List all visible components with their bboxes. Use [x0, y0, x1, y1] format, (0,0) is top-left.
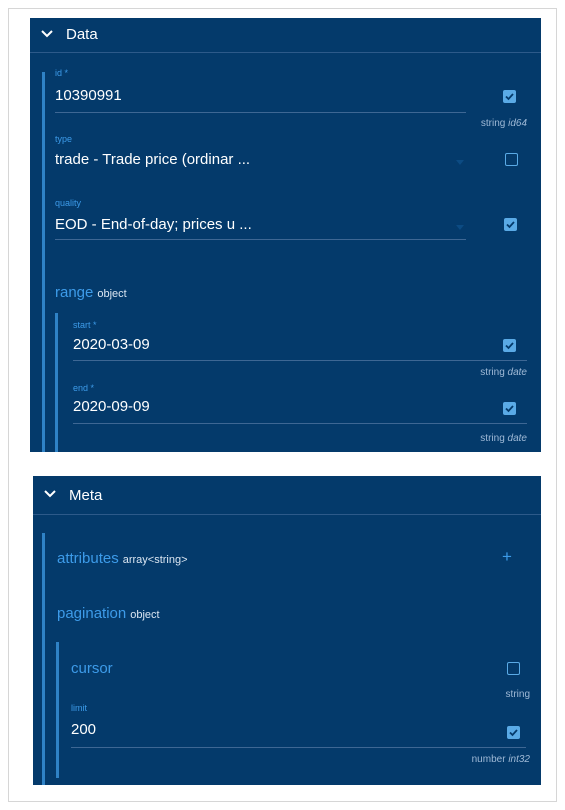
end-type-hint: string date [480, 433, 527, 444]
dropdown-arrow-icon[interactable] [456, 223, 464, 231]
start-type-hint: string date [480, 367, 527, 378]
limit-checkbox[interactable] [507, 726, 520, 739]
id-field-label: id * [55, 68, 69, 78]
attributes-section-title[interactable]: attributes array<string> [57, 550, 188, 567]
cursor-checkbox[interactable] [507, 662, 520, 675]
id-field[interactable]: 10390991 [55, 87, 122, 104]
start-checkbox[interactable] [503, 339, 516, 352]
data-panel-header[interactable]: Data [30, 18, 541, 53]
check-icon [505, 405, 514, 413]
chevron-down-icon[interactable] [43, 487, 57, 501]
type-select[interactable]: trade - Trade price (ordinar ... [55, 151, 250, 168]
pagination-indent-bar [56, 642, 59, 778]
range-indent-bar [55, 313, 58, 452]
quality-checkbox[interactable] [504, 218, 517, 231]
limit-field[interactable]: 200 [71, 721, 96, 738]
start-field-label: start * [73, 320, 97, 330]
meta-panel: Meta attributes array<string> + paginatio… [33, 476, 541, 785]
add-attribute-button[interactable]: + [502, 547, 512, 567]
id-checkbox[interactable] [503, 90, 516, 103]
start-date-field[interactable]: 2020-03-09 [73, 336, 150, 353]
end-checkbox[interactable] [503, 402, 516, 415]
meta-panel-header[interactable]: Meta [33, 476, 541, 515]
quality-field-underline [55, 239, 466, 240]
data-panel: Data id * 10390991 string id64 type trad… [30, 18, 541, 452]
id-field-underline [55, 112, 466, 113]
chevron-down-icon[interactable] [40, 27, 54, 41]
end-date-field[interactable]: 2020-09-09 [73, 398, 150, 415]
quality-select[interactable]: EOD - End-of-day; prices u ... [55, 216, 252, 233]
pagination-section-title[interactable]: pagination object [57, 605, 160, 622]
limit-field-label: limit [71, 703, 87, 713]
id-type-hint: string id64 [480, 118, 527, 129]
check-icon [506, 221, 515, 229]
type-checkbox[interactable] [505, 153, 518, 166]
meta-panel-title: Meta [69, 487, 103, 504]
limit-type-hint: number int32 [471, 754, 530, 765]
type-field-label: type [55, 134, 73, 144]
end-field-underline [73, 423, 527, 424]
check-icon [505, 93, 514, 101]
limit-field-underline [71, 747, 526, 748]
dropdown-arrow-icon[interactable] [456, 158, 464, 166]
check-icon [509, 729, 518, 737]
start-field-underline [73, 360, 527, 361]
end-field-label: end * [73, 383, 95, 393]
range-section-title[interactable]: range object [55, 284, 127, 301]
cursor-field-label: cursor [71, 660, 113, 677]
check-icon [505, 342, 514, 350]
data-fields-indent-bar [42, 72, 45, 452]
quality-field-label: quality [55, 198, 82, 208]
data-panel-title: Data [66, 26, 98, 43]
meta-fields-indent-bar [42, 533, 45, 785]
cursor-type-hint: string [505, 689, 530, 700]
